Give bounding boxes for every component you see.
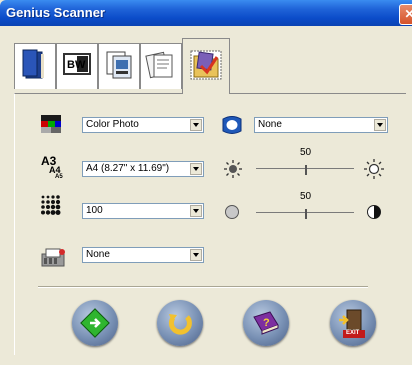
filter-value: None bbox=[258, 119, 282, 130]
svg-text:?: ? bbox=[263, 317, 270, 329]
contrast-thumb[interactable] bbox=[305, 209, 307, 219]
filter-select[interactable]: None bbox=[254, 117, 388, 133]
documents-icon bbox=[145, 51, 173, 79]
chevron-down-icon[interactable] bbox=[190, 119, 202, 131]
brightness-thumb[interactable] bbox=[305, 165, 307, 175]
scanner-copy-icon bbox=[106, 51, 132, 79]
contrast-value: 50 bbox=[300, 191, 312, 202]
title-bar: Genius Scanner ✕ bbox=[0, 0, 412, 26]
contrast-low-icon bbox=[225, 205, 239, 219]
close-icon: ✕ bbox=[404, 7, 412, 21]
exit-button[interactable]: EXIT bbox=[330, 300, 376, 346]
page-size-select[interactable]: A4 (8.27" x 11.69") bbox=[82, 161, 204, 177]
black-white-label: BW bbox=[67, 59, 86, 71]
window-title: Genius Scanner bbox=[6, 5, 105, 20]
resolution-value: 100 bbox=[86, 205, 103, 216]
resolution-select[interactable]: 100 bbox=[82, 203, 204, 219]
tab-folder-check[interactable] bbox=[182, 38, 230, 94]
camera-lens-icon bbox=[222, 116, 242, 134]
contrast-slider[interactable] bbox=[256, 205, 354, 219]
paper-size-icon: A3 A4 A5 bbox=[41, 154, 63, 178]
svg-text:A5: A5 bbox=[55, 174, 63, 178]
destination-select[interactable]: None bbox=[82, 247, 204, 263]
separator bbox=[38, 286, 368, 288]
scan-button[interactable] bbox=[72, 300, 118, 346]
folder-check-icon bbox=[190, 50, 222, 80]
scanner-window: Genius Scanner ✕ BW Color Photo None A3 … bbox=[0, 0, 412, 365]
close-button[interactable]: ✕ bbox=[399, 4, 412, 25]
exit-door-icon bbox=[339, 309, 365, 338]
brightness-high-icon bbox=[364, 159, 384, 179]
tab-documents[interactable] bbox=[140, 43, 182, 89]
exit-label: EXIT bbox=[346, 330, 360, 336]
page-size-value: A4 (8.27" x 11.69") bbox=[86, 163, 170, 174]
undo-arrow-icon bbox=[168, 314, 192, 335]
undo-button[interactable] bbox=[157, 300, 203, 346]
chevron-down-icon[interactable] bbox=[190, 249, 202, 261]
printer-folder-icon bbox=[41, 248, 65, 267]
brightness-low-icon bbox=[224, 160, 242, 178]
destination-value: None bbox=[86, 249, 110, 260]
help-button[interactable]: ? bbox=[243, 300, 289, 346]
scan-go-icon bbox=[80, 308, 110, 338]
brightness-value: 50 bbox=[300, 147, 312, 158]
book-icon bbox=[22, 49, 44, 79]
chevron-down-icon[interactable] bbox=[374, 119, 386, 131]
brightness-slider[interactable] bbox=[256, 161, 354, 175]
image-type-value: Color Photo bbox=[86, 119, 139, 130]
chevron-down-icon[interactable] bbox=[190, 163, 202, 175]
tab-black-white[interactable]: BW bbox=[56, 43, 98, 89]
dots-grid-icon bbox=[41, 195, 61, 215]
tab-scanner-copy[interactable] bbox=[98, 43, 140, 89]
help-book-icon: ? bbox=[253, 311, 279, 335]
image-type-select[interactable]: Color Photo bbox=[82, 117, 204, 133]
color-palette-icon bbox=[41, 115, 61, 133]
tab-book[interactable] bbox=[14, 43, 56, 89]
contrast-high-icon bbox=[367, 205, 381, 219]
chevron-down-icon[interactable] bbox=[190, 205, 202, 217]
